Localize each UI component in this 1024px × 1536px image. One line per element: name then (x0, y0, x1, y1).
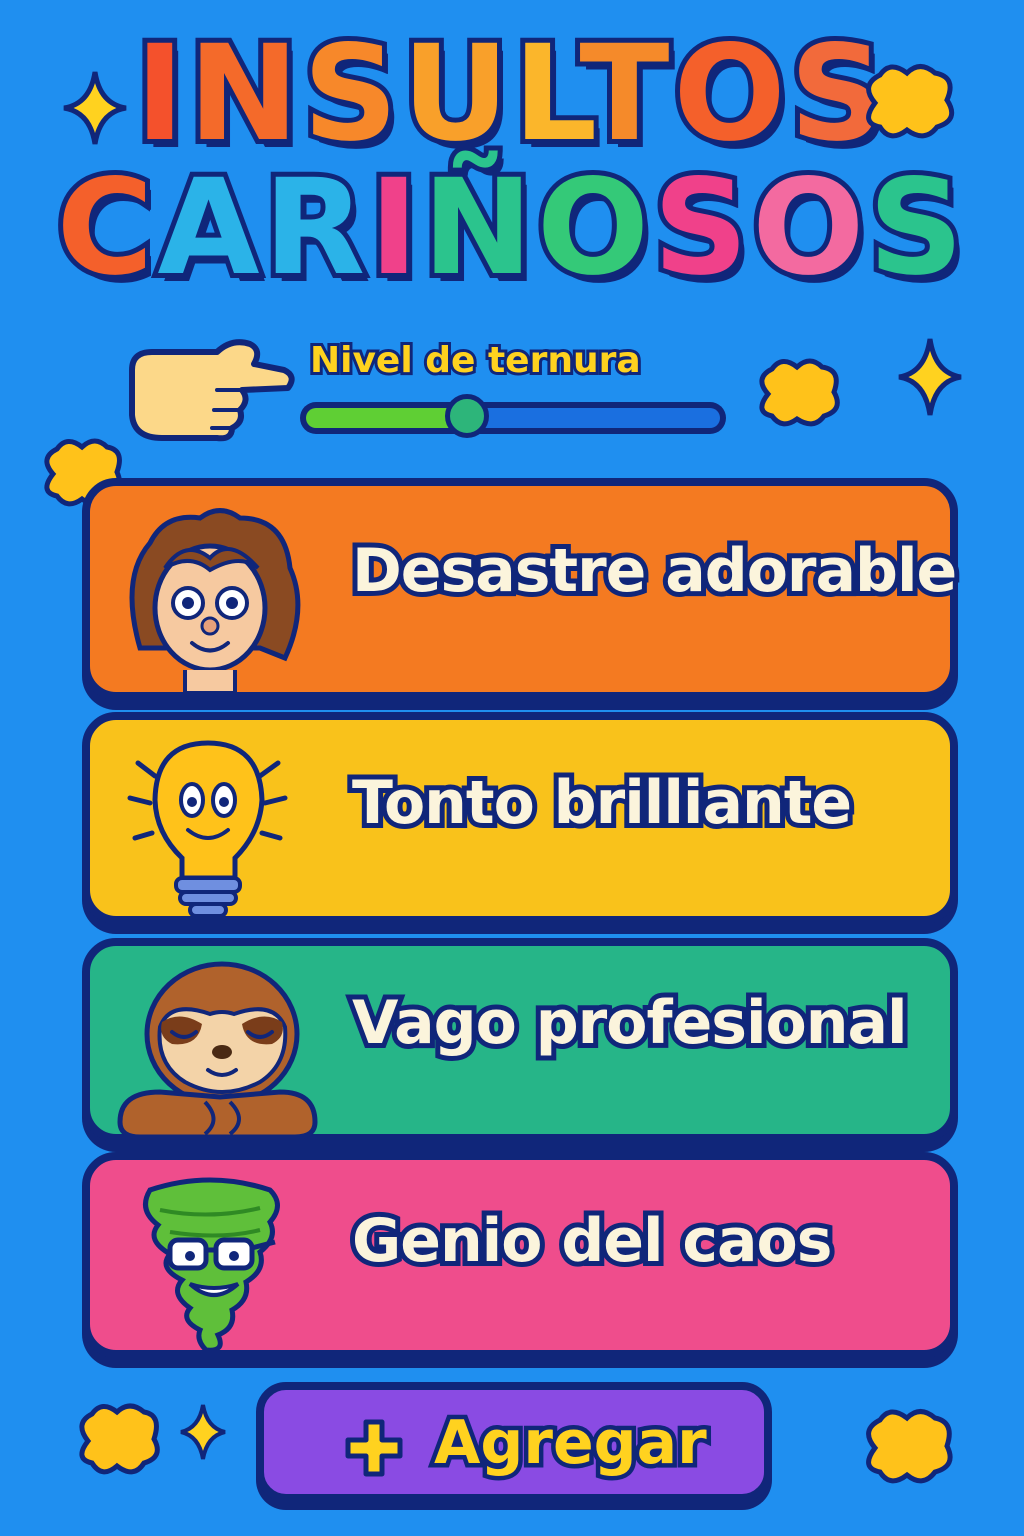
cloud-blob-icon (866, 1409, 953, 1484)
slider-remaining (467, 408, 720, 428)
add-button-label: Agregar (430, 1404, 712, 1483)
insult-card-genio-del-caos[interactable]: Genio del caos (82, 1152, 958, 1358)
title-line-1-letter: U (397, 17, 514, 171)
title-line-1-letter: I (130, 17, 189, 171)
card-label: Desastre adorable (347, 531, 962, 611)
slider-thumb[interactable] (445, 394, 489, 438)
title-line-2-letter: C (52, 151, 159, 305)
title-line-2-letter: I (364, 151, 423, 305)
sleeping-sloth-icon (117, 961, 318, 1140)
insult-card-desastre-adorable[interactable]: Desastre adorable (82, 478, 962, 700)
tenderness-slider[interactable]: Nivel de ternura (300, 337, 730, 450)
sparkle-icon (63, 71, 127, 145)
title-line-2-letter: R (259, 151, 371, 305)
insult-card-tonto-brilliante[interactable]: Tonto brilliante (82, 712, 958, 924)
title-line-2-letter: S (648, 151, 753, 305)
card-label: Tonto brilliante (347, 763, 857, 843)
slider-track[interactable] (300, 402, 726, 434)
title-line-1-letter: N (183, 17, 304, 171)
cloud-blob-icon (79, 1403, 160, 1475)
title-line-2-letter: Ñ (417, 151, 538, 305)
add-button[interactable]: Agregar (256, 1382, 772, 1502)
sparkle-icon (898, 338, 962, 416)
cloud-blob-icon (866, 64, 955, 139)
card-label: Vago profesional (347, 983, 913, 1063)
title-line-2-letter: O (532, 151, 654, 305)
title-line-2-letter: O (747, 151, 869, 305)
insult-card-vago-profesional[interactable]: Vago profesional (82, 938, 958, 1142)
smiling-lightbulb-icon (127, 740, 288, 918)
title-line-2-letter: A (152, 151, 264, 305)
app-title-line-2: CARIÑOSOS (0, 157, 1024, 299)
sparkle-icon (180, 1404, 226, 1460)
title-line-2-letter: S (863, 151, 968, 305)
slider-fill (306, 408, 467, 428)
cloud-blob-icon (759, 358, 840, 427)
messy-hair-kid-icon (129, 508, 301, 693)
tornado-with-glasses-icon (143, 1177, 280, 1353)
plus-icon (345, 1419, 403, 1477)
title-line-1-letter: O (668, 17, 790, 171)
pointing-hand-icon (129, 339, 295, 442)
slider-label: Nivel de ternura (307, 337, 644, 384)
title-line-1-letter: S (298, 17, 403, 171)
title-line-1-letter: L (508, 17, 580, 171)
title-line-1-letter: T (574, 17, 674, 171)
card-label: Genio del caos (347, 1201, 837, 1281)
